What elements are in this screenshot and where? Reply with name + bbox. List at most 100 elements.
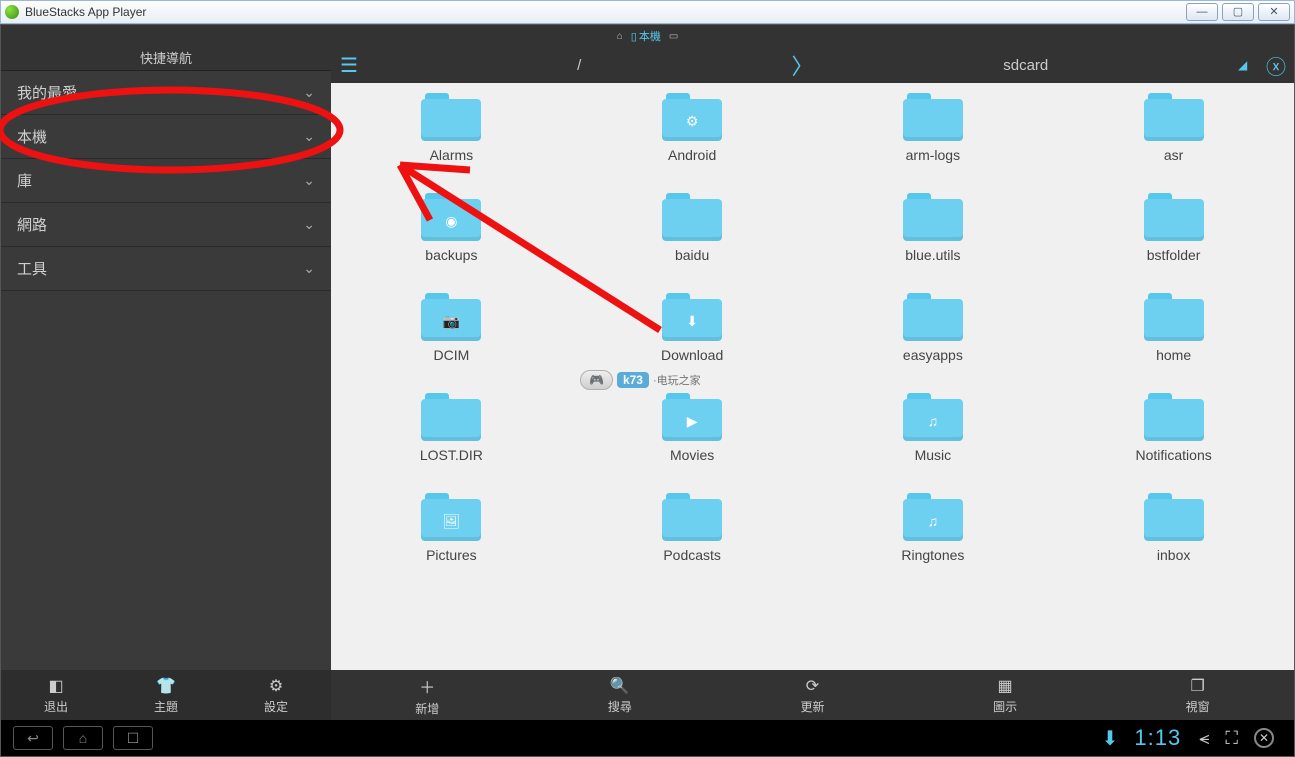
folder-icon: [421, 93, 481, 141]
path-root[interactable]: /: [367, 57, 792, 74]
folder-item[interactable]: baidu: [592, 193, 793, 263]
toolbar-icon: ◧: [48, 676, 63, 696]
folder-grid: Alarms ⚙Android arm-logs asr ◉backups baidu bl…: [331, 83, 1294, 670]
folder-badge-icon: 📷: [443, 313, 460, 330]
sidebar-item-2[interactable]: 庫⌄: [1, 159, 331, 203]
back-button[interactable]: ↩: [13, 726, 53, 750]
folder-item[interactable]: asr: [1073, 93, 1274, 163]
folder-icon: 🖼: [421, 493, 481, 541]
folder-item[interactable]: home: [1073, 293, 1274, 363]
folder-icon: [421, 393, 481, 441]
folder-icon: [1144, 93, 1204, 141]
toolbar-圖示[interactable]: ▦ 圖示: [909, 670, 1102, 720]
extra-tab-icon[interactable]: ▭: [669, 31, 678, 42]
folder-icon: ▶: [662, 393, 722, 441]
folder-label: Download: [661, 347, 723, 363]
toolbar-退出[interactable]: ◧ 退出: [1, 670, 111, 720]
toolbar-icon: ❐: [1191, 676, 1205, 696]
folder-item[interactable]: ⬇Download: [592, 293, 793, 363]
sidebar-item-label: 我的最愛: [17, 82, 77, 103]
fullscreen-icon[interactable]: ⛶: [1225, 728, 1238, 749]
folder-item[interactable]: inbox: [1073, 493, 1274, 563]
toolbar-label: 設定: [264, 698, 288, 715]
sidebar-item-label: 庫: [17, 170, 32, 191]
android-navbar: ↩ ⌂ ☐ ⬇ 1:13 ⪪ ⛶ ✕: [1, 720, 1294, 756]
folder-item[interactable]: blue.utils: [833, 193, 1034, 263]
chevron-down-icon: ⌄: [303, 172, 315, 189]
hamburger-icon[interactable]: ☰: [331, 53, 367, 78]
folder-label: Alarms: [430, 147, 474, 163]
folder-badge-icon: 🖼: [442, 513, 460, 530]
sidebar-item-4[interactable]: 工具⌄: [1, 247, 331, 291]
sidebar-item-3[interactable]: 網路 ⌄: [1, 203, 331, 247]
sidebar-item-1[interactable]: 本機⌄: [1, 115, 331, 159]
toolbar-label: 主題: [154, 698, 178, 715]
folder-item[interactable]: Podcasts: [592, 493, 793, 563]
folder-badge-icon: ♫: [928, 513, 939, 529]
toolbar-icon: 👕: [156, 676, 176, 696]
device-phone-icon: ▯: [631, 30, 637, 43]
toolbar-新增[interactable]: ＋新增: [331, 670, 524, 720]
folder-item[interactable]: arm-logs: [833, 93, 1034, 163]
share-icon[interactable]: ⪪: [1199, 728, 1209, 749]
download-indicator-icon[interactable]: ⬇: [1102, 726, 1119, 751]
app-frame: ⌂ ▯ 本機 ▭ 快捷導航 我的最愛⌄本機⌄庫⌄網路⌄工具⌄ ☰ / 〉 sdc…: [0, 24, 1295, 757]
toolbar-label: 退出: [44, 698, 68, 715]
folder-item[interactable]: easyapps: [833, 293, 1034, 363]
path-expand-icon[interactable]: ◢: [1238, 58, 1258, 72]
path-separator-icon: 〉: [792, 49, 814, 81]
folder-item[interactable]: ⚙Android: [592, 93, 793, 163]
path-current[interactable]: sdcard: [814, 57, 1239, 74]
close-window-button[interactable]: ✕: [1258, 3, 1290, 21]
folder-icon: ♫: [903, 393, 963, 441]
folder-item[interactable]: ▶Movies: [592, 393, 793, 463]
toolbar-label: 搜尋: [608, 698, 632, 715]
window-title: BlueStacks App Player: [25, 5, 1182, 19]
toolbar-主題[interactable]: 👕 主題: [111, 670, 221, 720]
folder-item[interactable]: ♫Ringtones: [833, 493, 1034, 563]
sidebar-title: 快捷導航: [1, 47, 331, 71]
folder-item[interactable]: ◉backups: [351, 193, 552, 263]
folder-label: DCIM: [433, 347, 469, 363]
folder-item[interactable]: 📷 DCIM: [351, 293, 552, 363]
folder-label: easyapps: [903, 347, 963, 363]
folder-icon: [903, 293, 963, 341]
folder-label: baidu: [675, 247, 709, 263]
toolbar-搜尋[interactable]: 🔍 搜尋: [524, 670, 717, 720]
folder-item[interactable]: Notifications: [1073, 393, 1274, 463]
path-close-icon[interactable]: ⓧ: [1258, 51, 1294, 80]
clock: 1:13: [1134, 725, 1181, 751]
toolbar-label: 視窗: [1186, 698, 1210, 715]
maximize-button[interactable]: ▢: [1222, 3, 1254, 21]
path-bar: ☰ / 〉 sdcard ◢ ⓧ: [331, 47, 1294, 83]
folder-label: LOST.DIR: [420, 447, 483, 463]
home-tab-icon[interactable]: ⌂: [617, 31, 623, 42]
sidebar: 快捷導航 我的最愛⌄本機⌄庫⌄網路⌄工具⌄: [1, 47, 331, 670]
exit-icon[interactable]: ✕: [1254, 728, 1274, 748]
toolbar-視窗[interactable]: ❐ 視窗: [1101, 670, 1294, 720]
chevron-down-icon: ⌄: [303, 216, 315, 233]
toolbar-icon: 🔍: [610, 676, 630, 696]
sidebar-item-label: 網路: [17, 214, 47, 235]
recent-button[interactable]: ☐: [113, 726, 153, 750]
toolbar-更新[interactable]: ⟳更新: [716, 670, 909, 720]
folder-label: Podcasts: [663, 547, 721, 563]
home-button[interactable]: ⌂: [63, 726, 103, 750]
toolbar-label: 圖示: [993, 698, 1017, 715]
minimize-button[interactable]: —: [1186, 3, 1218, 21]
folder-label: Notifications: [1135, 447, 1211, 463]
file-content: ☰ / 〉 sdcard ◢ ⓧ Alarms ⚙Android arm-logs a…: [331, 47, 1294, 670]
folder-item[interactable]: 🖼Pictures: [351, 493, 552, 563]
folder-item[interactable]: ♫Music: [833, 393, 1034, 463]
folder-badge-icon: ♫: [928, 413, 939, 429]
toolbar-icon: ▦: [998, 676, 1013, 696]
folder-item[interactable]: Alarms: [351, 93, 552, 163]
device-tab-active[interactable]: ▯ 本機: [631, 28, 661, 44]
folder-item[interactable]: bstfolder: [1073, 193, 1274, 263]
folder-icon: [1144, 193, 1204, 241]
folder-item[interactable]: LOST.DIR: [351, 393, 552, 463]
app-logo-icon: [5, 5, 19, 19]
sidebar-item-0[interactable]: 我的最愛⌄: [1, 71, 331, 115]
device-tab-strip: ⌂ ▯ 本機 ▭: [1, 25, 1294, 47]
toolbar-設定[interactable]: ⚙設定: [221, 670, 331, 720]
